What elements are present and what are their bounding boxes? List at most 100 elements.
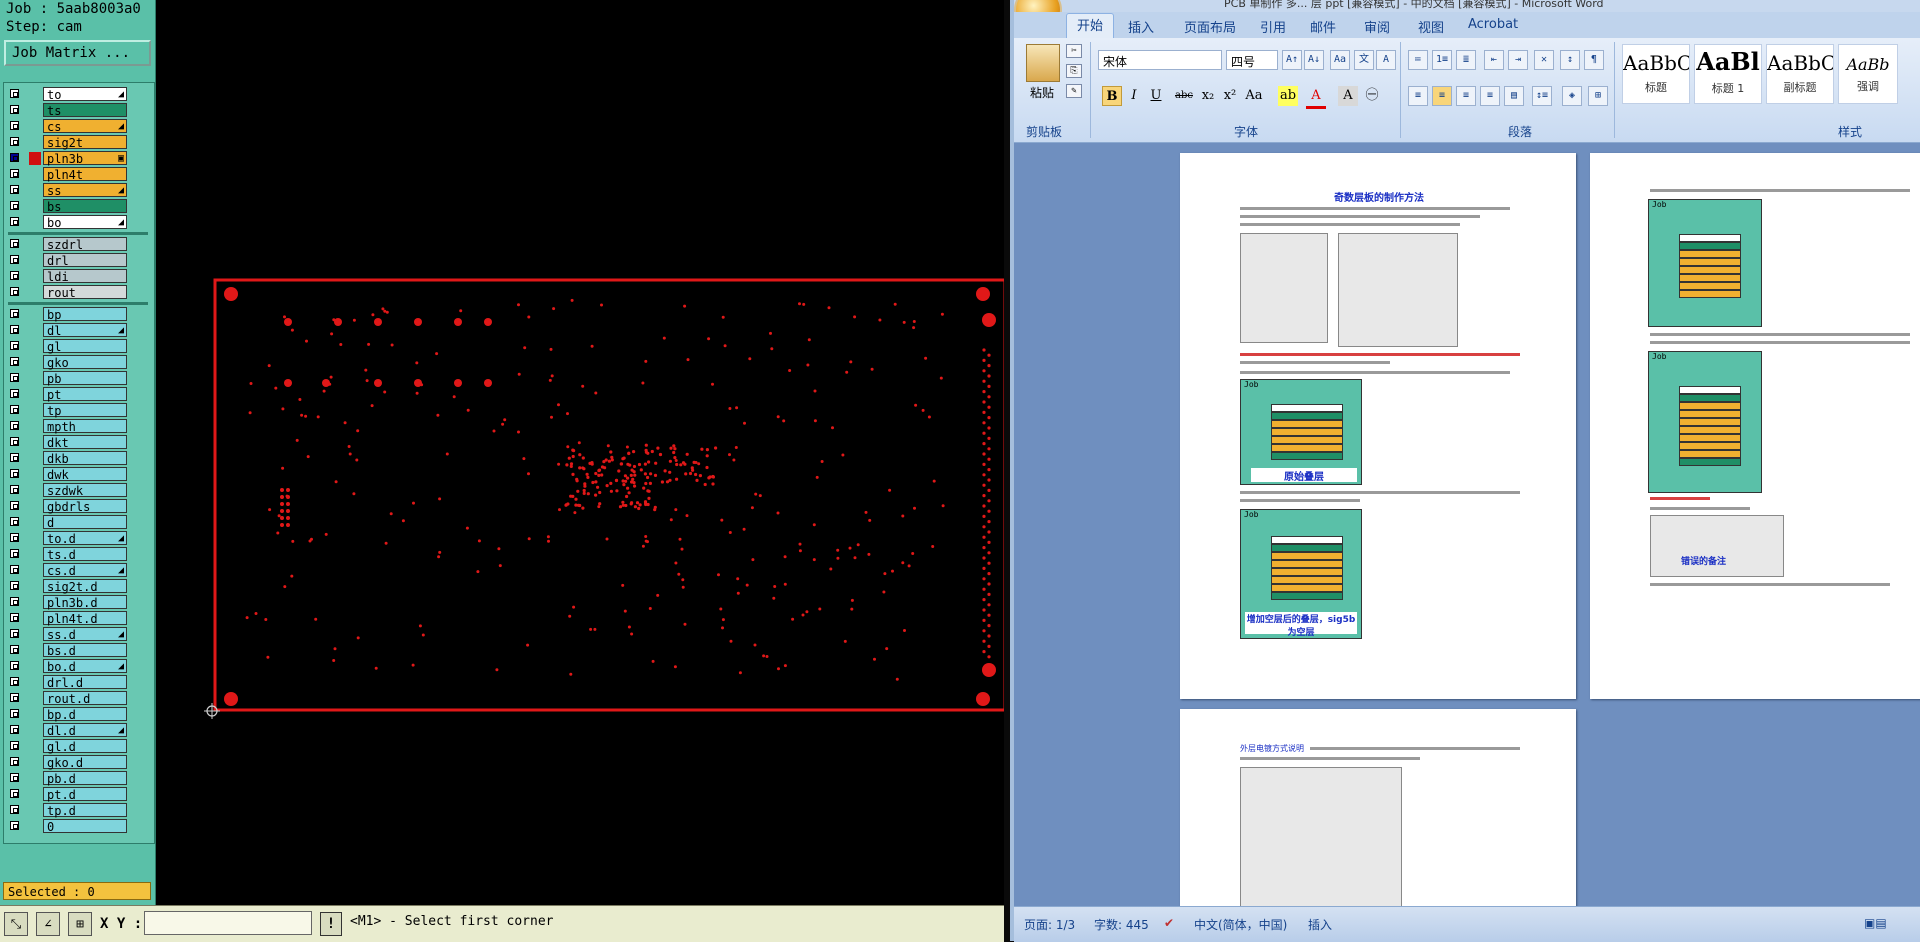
layer-row[interactable]: sig2t — [4, 135, 154, 150]
font-size-select[interactable]: 四号 — [1226, 50, 1278, 70]
layer-name[interactable]: gbdrls — [43, 499, 127, 514]
layer-row[interactable]: dwk — [4, 467, 154, 482]
word-count[interactable]: 字数: 445 — [1094, 916, 1149, 933]
layer-checkbox[interactable] — [10, 185, 19, 194]
layer-row[interactable]: to.d ◢ — [4, 531, 154, 546]
layer-checkbox[interactable] — [10, 357, 19, 366]
layer-row[interactable]: gko.d — [4, 755, 154, 770]
layer-name[interactable]: sig2t.d — [43, 579, 127, 594]
layer-checkbox[interactable] — [10, 325, 19, 334]
layer-checkbox[interactable] — [10, 239, 19, 248]
layer-name[interactable]: pb — [43, 371, 127, 386]
layer-row[interactable]: dkt — [4, 435, 154, 450]
insert-mode[interactable]: 插入 — [1308, 916, 1332, 933]
layer-name[interactable]: gko — [43, 355, 127, 370]
language[interactable]: 中文(简体，中国) — [1194, 916, 1287, 933]
layer-checkbox[interactable] — [10, 709, 19, 718]
layer-name[interactable]: ts.d — [43, 547, 127, 562]
layer-checkbox[interactable] — [10, 153, 19, 162]
board-canvas[interactable] — [156, 0, 1004, 905]
layer-row[interactable]: sig2t.d — [4, 579, 154, 594]
layer-row[interactable]: rout.d — [4, 691, 154, 706]
layer-row[interactable]: ldi — [4, 269, 154, 284]
layer-checkbox[interactable] — [10, 645, 19, 654]
bullets-icon[interactable]: ≔ — [1408, 50, 1428, 70]
layer-name[interactable]: ss.d ◢ — [43, 627, 127, 642]
layer-name[interactable]: tp.d — [43, 803, 127, 818]
layer-name[interactable]: cs ◢ — [43, 119, 127, 134]
layer-row[interactable]: szdwk — [4, 483, 154, 498]
layer-row[interactable]: ts.d — [4, 547, 154, 562]
grid-icon[interactable]: ⊞ — [68, 912, 92, 936]
borders-icon[interactable]: ⊞ — [1588, 86, 1608, 106]
show-marks-icon[interactable]: ¶ — [1584, 50, 1604, 70]
layer-checkbox[interactable] — [10, 341, 19, 350]
layer-row[interactable]: pt.d — [4, 787, 154, 802]
cut-icon[interactable]: ✂ — [1066, 44, 1082, 58]
layer-checkbox[interactable] — [10, 169, 19, 178]
layer-row[interactable]: ss ◢ — [4, 183, 154, 198]
layer-checkbox[interactable] — [10, 453, 19, 462]
layer-checkbox[interactable] — [10, 805, 19, 814]
layer-row[interactable]: bs.d — [4, 643, 154, 658]
layer-row[interactable]: ts — [4, 103, 154, 118]
layer-checkbox[interactable] — [10, 613, 19, 622]
zoom-icon[interactable]: ⤡ — [4, 912, 28, 936]
layer-name[interactable]: pln3b ▣ — [43, 151, 127, 166]
tab-home[interactable]: 开始 — [1066, 13, 1115, 39]
tab-references[interactable]: 引用 — [1260, 17, 1286, 36]
layer-name[interactable]: gl.d — [43, 739, 127, 754]
layer-row[interactable]: mpth — [4, 419, 154, 434]
layer-checkbox[interactable] — [10, 405, 19, 414]
layer-name[interactable]: pln3b.d — [43, 595, 127, 610]
layer-checkbox[interactable] — [10, 693, 19, 702]
layer-name[interactable]: dwk — [43, 467, 127, 482]
layer-name[interactable]: ts — [43, 103, 127, 118]
style-subtitle[interactable]: AaBbC 副标题 — [1766, 44, 1834, 104]
layer-checkbox[interactable] — [10, 121, 19, 130]
layer-row[interactable]: szdrl — [4, 237, 154, 252]
copy-icon[interactable]: ⎘ — [1066, 64, 1082, 78]
layer-row[interactable]: gl — [4, 339, 154, 354]
layer-checkbox[interactable] — [10, 549, 19, 558]
layer-checkbox[interactable] — [10, 789, 19, 798]
layer-row[interactable]: drl.d — [4, 675, 154, 690]
increase-indent-icon[interactable]: ⇥ — [1508, 50, 1528, 70]
line-spacing-icon[interactable]: ↕≡ — [1532, 86, 1552, 106]
layer-name[interactable]: dkt — [43, 435, 127, 450]
layer-checkbox[interactable] — [10, 389, 19, 398]
layer-name[interactable]: 0 — [43, 819, 127, 834]
layer-row[interactable]: ss.d ◢ — [4, 627, 154, 642]
layer-row[interactable]: pln3b ▣ — [4, 151, 154, 166]
layer-name[interactable]: cs.d ◢ — [43, 563, 127, 578]
superscript-button[interactable]: x² — [1220, 86, 1240, 106]
tab-page-layout[interactable]: 页面布局 — [1184, 17, 1236, 36]
shading-icon[interactable]: ◈ — [1562, 86, 1582, 106]
layer-checkbox[interactable] — [10, 565, 19, 574]
layer-name[interactable]: bp — [43, 307, 127, 322]
style-emphasis[interactable]: AaBb 强调 — [1838, 44, 1898, 104]
justify-icon[interactable]: ≡ — [1480, 86, 1500, 106]
layer-checkbox[interactable] — [10, 485, 19, 494]
command-button[interactable]: ! — [320, 912, 342, 936]
bold-button[interactable]: B — [1102, 86, 1122, 106]
layer-name[interactable]: gl — [43, 339, 127, 354]
layer-row[interactable]: drl — [4, 253, 154, 268]
italic-button[interactable]: I — [1124, 86, 1144, 106]
layer-row[interactable]: to ◢ — [4, 87, 154, 102]
layer-row[interactable]: bp.d — [4, 707, 154, 722]
layer-name[interactable]: pln4t — [43, 167, 127, 182]
layer-name[interactable]: pt — [43, 387, 127, 402]
layer-checkbox[interactable] — [10, 287, 19, 296]
layer-row[interactable]: dl.d ◢ — [4, 723, 154, 738]
layer-row[interactable]: dl ◢ — [4, 323, 154, 338]
distributed-icon[interactable]: ▤ — [1504, 86, 1524, 106]
layer-name[interactable]: bp.d — [43, 707, 127, 722]
layer-checkbox[interactable] — [10, 517, 19, 526]
layer-row[interactable]: pln4t — [4, 167, 154, 182]
layer-checkbox[interactable] — [10, 421, 19, 430]
layer-checkbox[interactable] — [10, 597, 19, 606]
layer-checkbox[interactable] — [10, 255, 19, 264]
layer-name[interactable]: dl.d ◢ — [43, 723, 127, 738]
char-shading-icon[interactable]: A — [1338, 86, 1358, 106]
